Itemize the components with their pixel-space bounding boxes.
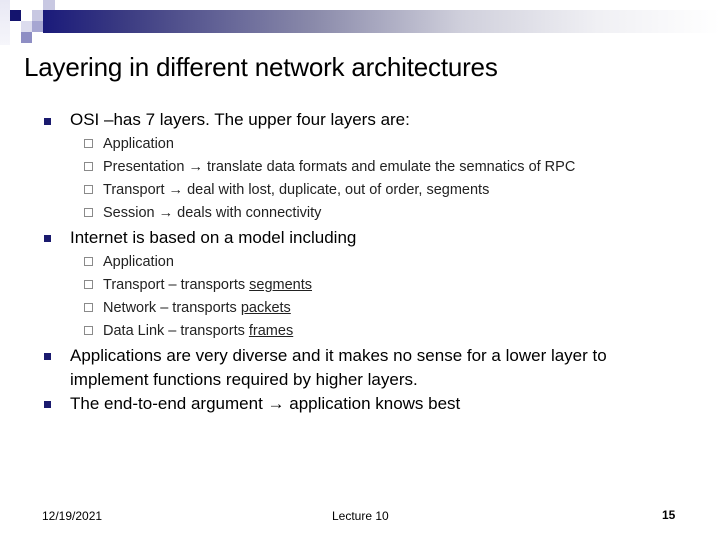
- checkbox-bullet-icon: [84, 257, 93, 266]
- checkbox-bullet-icon: [84, 208, 93, 217]
- sub-bullet-text: Network – transports: [103, 300, 241, 316]
- bullet-icon: [44, 118, 51, 125]
- sub-bullet: Session → deals with connectivity: [103, 203, 321, 223]
- decor-square: [10, 10, 21, 21]
- decor-square: [0, 0, 10, 45]
- footer-lecture: Lecture 10: [332, 509, 389, 523]
- bullet-text-line: Applications are very diverse and it mak…: [70, 346, 607, 365]
- arrow-icon: →: [158, 205, 174, 221]
- sub-bullet: Data Link – transports frames: [103, 321, 293, 341]
- bullet-end-to-end: The end-to-end argument → application kn…: [70, 392, 460, 416]
- checkbox-bullet-icon: [84, 326, 93, 335]
- decor-square: [32, 10, 43, 21]
- header-gradient-bar: [43, 10, 720, 33]
- bullet-text: application knows best: [284, 394, 461, 413]
- sub-bullet-text: deals with connectivity: [173, 205, 322, 221]
- decor-square: [32, 21, 43, 32]
- bullet-icon: [44, 235, 51, 242]
- underlined-term: segments: [249, 277, 313, 293]
- decor-square: [21, 32, 32, 43]
- arrow-icon: →: [188, 159, 203, 175]
- sub-bullet-text: Application: [103, 254, 174, 270]
- bullet-icon: [44, 401, 51, 408]
- sub-bullet: Application: [103, 252, 174, 272]
- footer-date: 12/19/2021: [42, 509, 103, 523]
- page-number: 15: [662, 508, 676, 522]
- checkbox-bullet-icon: [84, 185, 93, 194]
- sub-bullet-text: deal with lost, duplicate, out of order,…: [183, 182, 490, 198]
- slide-title: Layering in different network architectu…: [24, 52, 498, 82]
- sub-bullet-text: Transport – transports: [103, 277, 250, 293]
- sub-bullet-text: Presentation: [103, 159, 189, 175]
- decor-square: [43, 0, 55, 10]
- sub-bullet-text: Application: [103, 136, 174, 152]
- bullet-text-line: implement functions required by higher l…: [70, 370, 418, 389]
- checkbox-bullet-icon: [84, 139, 93, 148]
- sub-bullet-text: translate data formats and emulate the s…: [202, 159, 576, 175]
- bullet-internet: Internet is based on a model including: [70, 228, 357, 247]
- sub-bullet: Transport – transports segments: [103, 275, 312, 295]
- sub-bullet: Presentation → translate data formats an…: [103, 157, 575, 177]
- checkbox-bullet-icon: [84, 303, 93, 312]
- underlined-term: frames: [248, 323, 294, 339]
- decor-square: [21, 21, 32, 32]
- arrow-icon: →: [168, 182, 184, 198]
- arrow-icon: →: [267, 394, 285, 413]
- underlined-term: packets: [240, 300, 291, 316]
- sub-bullet-text: Transport: [103, 182, 169, 198]
- sub-bullet-text: Session: [103, 205, 159, 221]
- sub-bullet: Network – transports packets: [103, 298, 291, 318]
- bullet-text: The end-to-end argument: [70, 394, 268, 413]
- bullet-icon: [44, 353, 51, 360]
- sub-bullet: Application: [103, 134, 174, 154]
- sub-bullet: Transport → deal with lost, duplicate, o…: [103, 180, 489, 200]
- sub-bullet-text: Data Link – transports: [103, 323, 249, 339]
- bullet-osi: OSI –has 7 layers. The upper four layers…: [70, 110, 410, 129]
- checkbox-bullet-icon: [84, 280, 93, 289]
- bullet-applications: Applications are very diverse and it mak…: [70, 344, 607, 392]
- checkbox-bullet-icon: [84, 162, 93, 171]
